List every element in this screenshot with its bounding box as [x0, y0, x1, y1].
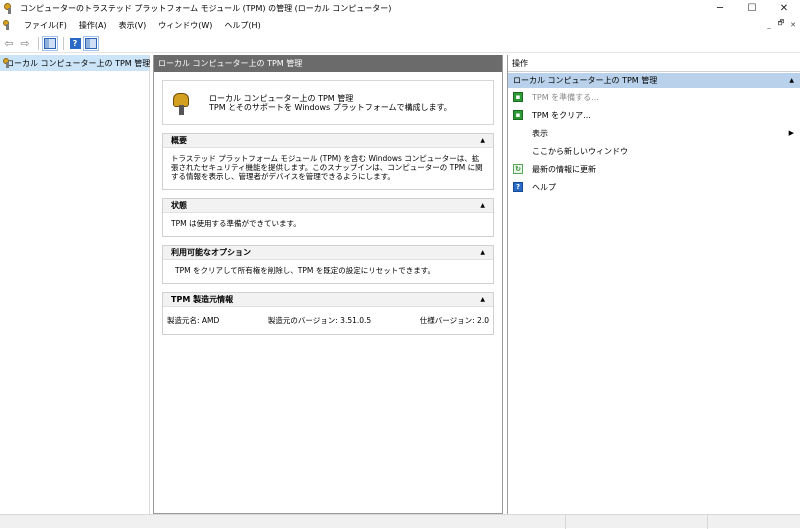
- action-label: ここから新しいウィンドウ: [532, 146, 628, 156]
- menu-file[interactable]: ファイル(F): [18, 20, 73, 31]
- menu-action[interactable]: 操作(A): [73, 20, 113, 31]
- action-label: 表示: [532, 128, 548, 138]
- section-title: 状態: [171, 201, 187, 210]
- refresh-icon: ↻: [513, 164, 523, 174]
- action-clear-tpm[interactable]: ▪ TPM をクリア...: [508, 106, 800, 124]
- status-text: TPM は使用する準備ができています。: [171, 219, 301, 228]
- manufacturer-info-section: TPM 製造元情報 ▲ 製造元名: AMD 製造元のバージョン: 3.51.0.…: [162, 292, 494, 335]
- actions-group-title: ローカル コンピューター上の TPM 管理: [513, 76, 658, 85]
- blank-icon: [513, 146, 523, 156]
- available-options-text: TPM をクリアして所有権を削除し、TPM を既定の設定にリセットできます。: [175, 266, 435, 275]
- section-title: 概要: [171, 136, 187, 145]
- manufacturer-version: 製造元のバージョン: 3.51.0.5: [267, 316, 372, 325]
- collapse-up-icon[interactable]: ▲: [480, 202, 485, 209]
- summary-box: ローカル コンピューター上の TPM 管理 TPM とそのサポートを Windo…: [162, 80, 494, 125]
- section-title: 利用可能なオプション: [171, 248, 251, 257]
- overview-section-header[interactable]: 概要 ▲: [163, 134, 493, 148]
- actions-pane: 操作 ローカル コンピューター上の TPM 管理 ▲ ▪ TPM を準備する..…: [507, 55, 800, 514]
- summary-text: ローカル コンピューター上の TPM 管理 TPM とそのサポートを Windo…: [209, 94, 452, 112]
- summary-description: TPM とそのサポートを Windows プラットフォームで構成します。: [209, 102, 452, 112]
- tpm-clear-icon: ▪: [513, 110, 523, 120]
- available-options-section-header[interactable]: 利用可能なオプション ▲: [163, 246, 493, 260]
- forward-arrow-icon: ⇨: [20, 37, 30, 50]
- maximize-button[interactable]: ☐: [736, 0, 768, 16]
- tpm-chip-icon: [171, 90, 195, 116]
- collapse-up-icon[interactable]: ▲: [480, 249, 485, 256]
- status-segment: [708, 515, 800, 529]
- toolbar-separator: [38, 37, 39, 50]
- results-pane: ローカル コンピューター上の TPM 管理 ローカル コンピューター上の TPM…: [153, 55, 503, 514]
- window-title: コンピューターのトラステッド プラットフォーム モジュール (TPM) の管理 …: [20, 3, 392, 13]
- toolbar-separator: [63, 37, 64, 50]
- window-controls: ─ ☐ ✕: [704, 0, 800, 16]
- submenu-arrow-icon: ▶: [788, 129, 794, 137]
- close-button[interactable]: ✕: [768, 0, 800, 16]
- action-prepare-tpm[interactable]: ▪ TPM を準備する...: [508, 88, 800, 106]
- status-bar: [0, 514, 800, 529]
- minimize-button[interactable]: ─: [704, 0, 736, 16]
- tree-item-tpm-management[interactable]: ローカル コンピューター上の TPM 管理: [0, 55, 151, 71]
- action-refresh[interactable]: ↻ 最新の情報に更新: [508, 160, 800, 178]
- collapse-up-icon[interactable]: ▲: [480, 296, 485, 303]
- action-label: 最新の情報に更新: [532, 164, 596, 174]
- overview-section: 概要 ▲ トラステッド プラットフォーム モジュール (TPM) を含む Win…: [162, 133, 494, 190]
- action-label: ヘルプ: [532, 182, 556, 192]
- action-view[interactable]: 表示 ▶: [508, 124, 800, 142]
- console-tree: ローカル コンピューター上の TPM 管理: [0, 55, 150, 514]
- summary-title: ローカル コンピューター上の TPM 管理: [209, 93, 354, 103]
- back-button[interactable]: ⇦: [2, 37, 16, 51]
- tpm-prepare-icon: ▪: [513, 92, 523, 102]
- console-tree-icon: [42, 36, 58, 51]
- show-hide-action-pane-button[interactable]: [83, 36, 99, 51]
- status-segment: [566, 515, 708, 529]
- available-options-section: 利用可能なオプション ▲ TPM をクリアして所有権を削除し、TPM を既定の設…: [162, 245, 494, 284]
- manufacturer-name: 製造元名: AMD: [167, 316, 220, 325]
- action-label: TPM をクリア...: [532, 110, 591, 120]
- show-hide-console-tree-button[interactable]: [42, 36, 58, 51]
- menu-help[interactable]: ヘルプ(H): [218, 20, 266, 31]
- title-bar: コンピューターのトラステッド プラットフォーム モジュール (TPM) の管理 …: [0, 0, 800, 16]
- help-icon: ?: [69, 38, 81, 49]
- status-section-header[interactable]: 状態 ▲: [163, 199, 493, 213]
- menu-window[interactable]: ウィンドウ(W): [152, 20, 218, 31]
- back-arrow-icon: ⇦: [4, 37, 14, 50]
- mdi-close-button[interactable]: ✕: [788, 19, 798, 30]
- results-pane-header: ローカル コンピューター上の TPM 管理: [154, 55, 502, 72]
- menu-view[interactable]: 表示(V): [113, 20, 153, 31]
- status-segment: [0, 515, 566, 529]
- mdi-restore-button[interactable]: 🗗: [776, 19, 786, 30]
- help-toolbar-button[interactable]: ?: [68, 37, 82, 51]
- main-area: ローカル コンピューター上の TPM 管理 ローカル コンピューター上の TPM…: [0, 55, 800, 514]
- mdi-controls: _ 🗗 ✕: [764, 19, 798, 30]
- tpm-app-icon: [4, 2, 15, 14]
- collapse-up-icon[interactable]: ▲: [480, 137, 485, 144]
- tree-item-label: ローカル コンピューター上の TPM 管理: [6, 58, 151, 68]
- forward-button[interactable]: ⇨: [18, 37, 32, 51]
- menu-bar: ファイル(F) 操作(A) 表示(V) ウィンドウ(W) ヘルプ(H) _ 🗗 …: [0, 17, 800, 33]
- collapse-up-icon[interactable]: ▲: [789, 77, 794, 84]
- action-new-window[interactable]: ここから新しいウィンドウ: [508, 142, 800, 160]
- actions-group-header[interactable]: ローカル コンピューター上の TPM 管理 ▲: [508, 73, 800, 88]
- spec-version: 仕様バージョン: 2.0: [419, 316, 489, 325]
- action-help[interactable]: ? ヘルプ: [508, 178, 800, 196]
- tpm-menu-icon[interactable]: [3, 20, 13, 30]
- section-title: TPM 製造元情報: [171, 295, 234, 304]
- overview-text: トラステッド プラットフォーム モジュール (TPM) を含む Windows …: [171, 154, 483, 181]
- action-pane-icon: [83, 36, 99, 51]
- toolbar: ⇦ ⇨ ?: [0, 35, 800, 53]
- action-label: TPM を準備する...: [532, 92, 599, 102]
- status-section: 状態 ▲ TPM は使用する準備ができています。: [162, 198, 494, 237]
- manufacturer-info-section-header[interactable]: TPM 製造元情報 ▲: [163, 293, 493, 307]
- manufacturer-info-row: 製造元名: AMD 製造元のバージョン: 3.51.0.5 仕様バージョン: 2…: [163, 307, 493, 334]
- mdi-minimize-button[interactable]: _: [764, 19, 774, 30]
- help-icon: ?: [513, 182, 523, 192]
- actions-pane-header: 操作: [508, 55, 800, 72]
- blank-icon: [513, 128, 523, 138]
